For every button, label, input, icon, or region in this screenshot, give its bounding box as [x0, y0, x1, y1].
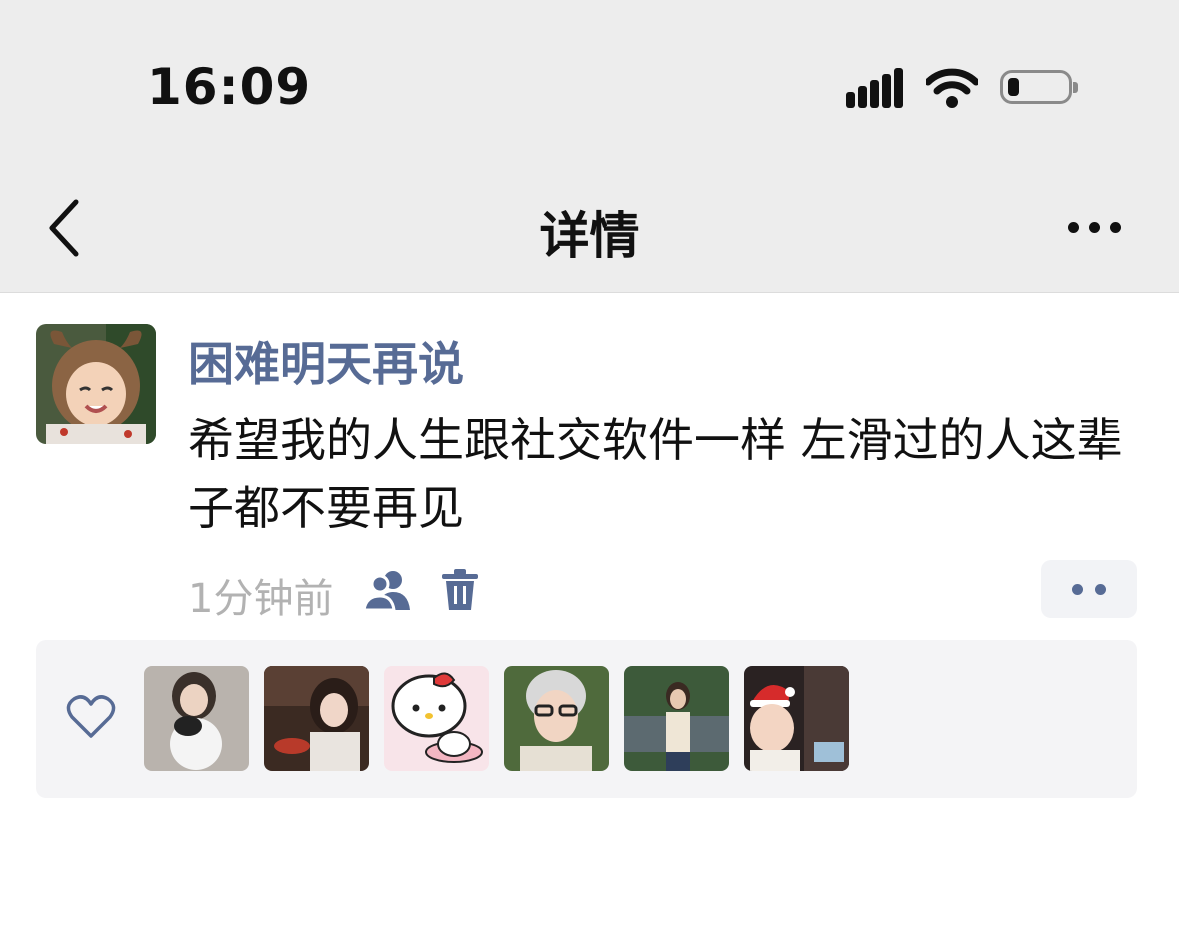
- post-author[interactable]: 困难明天再说: [188, 328, 464, 394]
- liker-avatar[interactable]: [624, 666, 729, 771]
- ellipsis-icon[interactable]: [1064, 214, 1128, 240]
- two-dots-icon[interactable]: [1041, 560, 1137, 618]
- wifi-icon: [926, 68, 978, 108]
- post-content: 希望我的人生跟社交软件一样 左滑过的人这辈子都不要再见: [188, 413, 1123, 535]
- post-time: 1分钟前: [188, 576, 334, 622]
- people-icon[interactable]: [362, 568, 412, 612]
- liker-avatar[interactable]: [144, 666, 249, 771]
- avatar[interactable]: [36, 324, 156, 444]
- heart-outline-icon[interactable]: [66, 694, 116, 740]
- likes-panel: [36, 640, 1137, 798]
- liker-avatar[interactable]: [384, 666, 489, 771]
- status-time: 16:09: [147, 58, 312, 116]
- signal-bars-icon: [846, 68, 906, 108]
- trash-icon[interactable]: [440, 568, 480, 612]
- battery-low-icon: [1000, 70, 1078, 104]
- liker-avatar[interactable]: [504, 666, 609, 771]
- liker-avatar[interactable]: [744, 666, 849, 771]
- top-bar: 16:09 详情: [0, 0, 1179, 293]
- liker-avatar[interactable]: [264, 666, 369, 771]
- page-title: 详情: [539, 207, 640, 265]
